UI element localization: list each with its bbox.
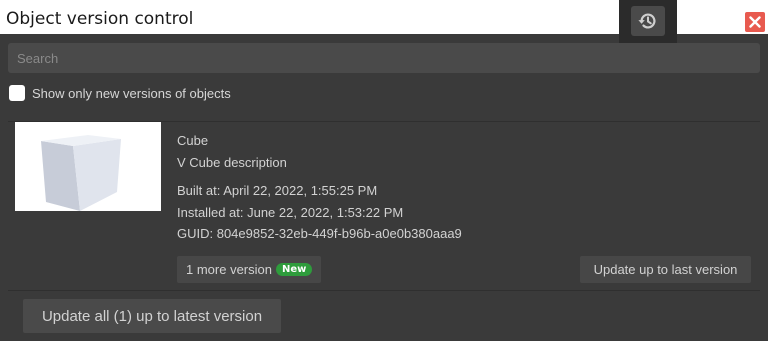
new-badge: New bbox=[275, 263, 313, 276]
object-built-at: Built at: April 22, 2022, 1:55:25 PM bbox=[177, 183, 378, 198]
cube-icon bbox=[41, 135, 121, 211]
object-installed-at: Installed at: June 22, 2022, 1:53:22 PM bbox=[177, 205, 404, 220]
update-all-button[interactable]: Update all (1) up to latest version bbox=[23, 299, 281, 333]
new-versions-label: Show only new versions of objects bbox=[32, 85, 231, 101]
search-input[interactable] bbox=[8, 43, 760, 73]
history-panel bbox=[619, 0, 677, 45]
new-versions-filter[interactable]: Show only new versions of objects bbox=[9, 84, 231, 102]
close-button[interactable] bbox=[745, 12, 765, 32]
more-versions-button[interactable]: 1 more version New bbox=[177, 256, 322, 283]
history-button[interactable] bbox=[631, 6, 665, 36]
new-versions-checkbox[interactable] bbox=[9, 85, 25, 101]
more-versions-label: 1 more version bbox=[186, 262, 272, 277]
close-icon bbox=[749, 16, 761, 28]
object-thumbnail bbox=[15, 122, 161, 211]
object-guid: GUID: 804e9852-32eb-449f-b96b-a0e0b380aa… bbox=[177, 226, 462, 241]
window-title: Object version control bbox=[6, 9, 194, 29]
object-description: V Cube description bbox=[177, 155, 287, 170]
object-name: Cube bbox=[177, 133, 209, 148]
history-icon bbox=[638, 13, 656, 29]
update-to-last-version-button[interactable]: Update up to last version bbox=[580, 256, 751, 283]
